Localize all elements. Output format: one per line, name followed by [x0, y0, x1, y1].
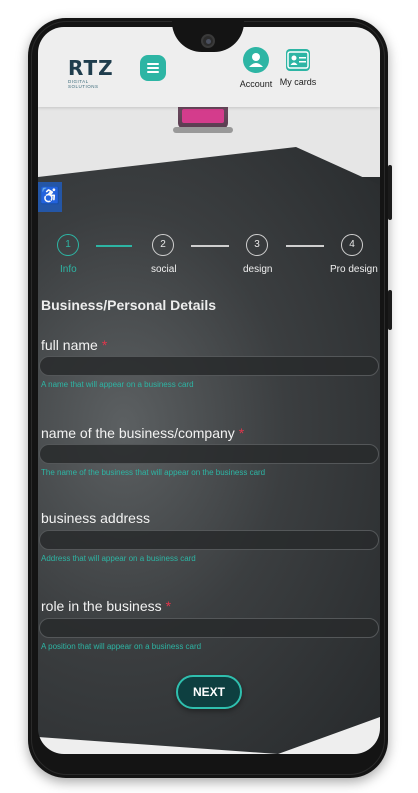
account-icon — [243, 47, 269, 73]
id-card-icon — [286, 49, 310, 71]
logo-text: RTZ — [68, 56, 114, 80]
business-address-input[interactable] — [39, 530, 379, 550]
full-name-label: full name * — [41, 337, 107, 353]
phone-screen: RTZ DIGITAL SOLUTIONS Account My cards ♿… — [38, 27, 380, 754]
menu-button[interactable] — [140, 55, 166, 81]
step-connector-2 — [191, 245, 229, 247]
section-title: Business/Personal Details — [41, 297, 217, 313]
full-name-hint: A name that will appear on a business ca… — [41, 380, 194, 389]
full-name-input[interactable] — [39, 356, 379, 376]
camera-icon — [201, 34, 215, 48]
step-4-circle[interactable]: 4 — [341, 234, 363, 256]
full-name-label-text: full name — [41, 337, 98, 353]
menu-icon-line — [147, 67, 159, 69]
role-hint: A position that will appear on a busines… — [41, 642, 202, 651]
next-button[interactable]: NEXT — [176, 675, 242, 709]
required-marker: * — [165, 598, 172, 614]
menu-icon — [147, 63, 159, 65]
power-button — [388, 290, 392, 330]
step-connector-1 — [96, 245, 132, 247]
rtz-logo[interactable]: RTZ DIGITAL SOLUTIONS — [68, 56, 114, 89]
volume-button — [388, 165, 392, 220]
card-reader-stand — [173, 127, 233, 133]
step-connector-3 — [286, 245, 324, 247]
step-2-label: social — [151, 264, 177, 275]
logo-subtext: DIGITAL SOLUTIONS — [68, 79, 99, 89]
step-4-label: Pro design — [330, 264, 378, 275]
my-cards-button[interactable]: My cards — [273, 47, 323, 87]
role-input[interactable] — [39, 618, 379, 638]
business-address-label: business address — [41, 510, 150, 526]
step-1-circle[interactable]: 1 — [57, 234, 79, 256]
card-reader-image — [178, 107, 228, 129]
business-name-label: name of the business/company * — [41, 425, 244, 441]
business-name-label-text: name of the business/company — [41, 425, 235, 441]
step-2-circle[interactable]: 2 — [152, 234, 174, 256]
required-marker: * — [238, 425, 245, 441]
my-cards-label: My cards — [279, 77, 317, 87]
business-address-hint: Address that will appear on a business c… — [41, 554, 196, 563]
required-marker: * — [101, 337, 108, 353]
step-3-label: design — [243, 264, 273, 275]
menu-icon-line — [147, 71, 159, 73]
role-label: role in the business * — [41, 598, 171, 614]
step-3-circle[interactable]: 3 — [246, 234, 268, 256]
business-address-label-text: business address — [41, 510, 150, 526]
step-1-label: Info — [60, 264, 77, 275]
wheelchair-icon[interactable]: ♿ — [38, 182, 62, 212]
business-name-hint: The name of the business that will appea… — [41, 468, 266, 477]
business-name-input[interactable] — [39, 444, 379, 464]
role-label-text: role in the business — [41, 598, 162, 614]
